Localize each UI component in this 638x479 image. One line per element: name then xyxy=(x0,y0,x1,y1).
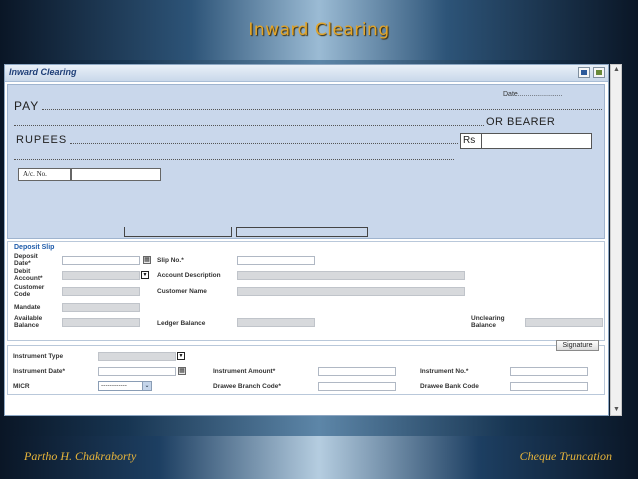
micr-select[interactable]: ------------ ⌄ xyxy=(98,381,152,391)
instrument-amount-field[interactable] xyxy=(318,367,396,376)
cheque-amount-box: Rs xyxy=(460,133,592,149)
cheque-ac-no-field xyxy=(71,168,161,181)
ledger-balance-label: Ledger Balance xyxy=(157,320,206,327)
customer-name-label: Customer Name xyxy=(157,288,207,295)
cheque-bearer-label: OR BEARER xyxy=(486,116,556,128)
account-description-label: Account Description xyxy=(157,272,221,279)
available-balance-label: Available Balance xyxy=(14,315,43,329)
window-title: Inward Clearing xyxy=(9,67,77,77)
cheque-ac-no-label: A/c. No. xyxy=(23,170,47,178)
instrument-type-field[interactable] xyxy=(98,352,176,361)
deposit-date-label: Deposit Date* xyxy=(14,253,38,267)
cheque-rs-divider xyxy=(481,134,482,148)
instrument-section: Instrument Type ▼ Instrument Date* ▦ Ins… xyxy=(7,345,605,395)
scroll-down-icon[interactable]: ▼ xyxy=(613,406,620,413)
account-description-field xyxy=(237,271,465,280)
slip-no-label: Slip No.* xyxy=(157,257,184,264)
micr-label: MICR xyxy=(13,383,30,390)
slip-no-field[interactable] xyxy=(237,256,315,265)
cheque-image: Date....................... PAY OR BEARE… xyxy=(7,84,605,239)
debit-account-field[interactable] xyxy=(62,271,140,280)
cheque-date-label: Date....................... xyxy=(503,91,563,98)
cheque-words-line xyxy=(14,159,454,160)
footer-author: Partho H. Chakraborty xyxy=(24,449,137,463)
window-titlebar: Inward Clearing xyxy=(5,65,608,82)
debit-account-label: Debit Account* xyxy=(14,268,43,282)
calendar-icon[interactable]: ▦ xyxy=(178,367,186,375)
cheque-rupees-line xyxy=(70,143,458,144)
dropdown-arrow-icon[interactable]: ▼ xyxy=(177,352,185,360)
instrument-type-label: Instrument Type xyxy=(13,353,64,360)
slide-title: Inward Clearing xyxy=(248,20,390,40)
cheque-ac-no-box: A/c. No. xyxy=(18,168,71,181)
cheque-pay-line xyxy=(42,109,602,110)
cheque-micr-band-right xyxy=(236,227,368,237)
cheque-rs-label: Rs xyxy=(463,135,476,146)
save-icon[interactable] xyxy=(578,67,590,78)
instrument-no-field[interactable] xyxy=(510,367,588,376)
chevron-down-icon[interactable]: ⌄ xyxy=(142,382,151,390)
unclearing-balance-field xyxy=(525,318,603,327)
mandate-field xyxy=(62,303,140,312)
deposit-slip-title: Deposit Slip xyxy=(14,244,55,251)
cheque-rupees-label: RUPEES xyxy=(16,134,68,146)
dropdown-arrow-icon[interactable]: ▼ xyxy=(141,271,149,279)
deposit-slip-section: Deposit Slip Deposit Date* ▦ Slip No.* D… xyxy=(7,241,605,341)
deposit-date-field[interactable] xyxy=(62,256,140,265)
slide-footer: Partho H. Chakraborty Cheque Truncation xyxy=(0,436,638,479)
instrument-no-label: Instrument No.* xyxy=(420,368,469,375)
instrument-date-field[interactable] xyxy=(98,367,176,376)
instrument-amount-label: Instrument Amount* xyxy=(213,368,276,375)
exit-icon[interactable] xyxy=(593,67,605,78)
ledger-balance-field xyxy=(237,318,315,327)
cheque-payee-line xyxy=(14,125,484,126)
vertical-scrollbar[interactable]: ▲ ▼ xyxy=(610,64,622,416)
unclearing-balance-label: Unclearing Balance xyxy=(471,315,505,329)
customer-code-field xyxy=(62,287,140,296)
available-balance-field xyxy=(62,318,140,327)
drawee-branch-code-field[interactable] xyxy=(318,382,396,391)
customer-name-field xyxy=(237,287,465,296)
mandate-label: Mandate xyxy=(14,304,41,311)
drawee-bank-code-field[interactable] xyxy=(510,382,588,391)
drawee-bank-code-label: Drawee Bank Code xyxy=(420,383,479,390)
inward-clearing-window: Inward Clearing Date....................… xyxy=(4,64,609,416)
cheque-pay-label: PAY xyxy=(14,99,40,113)
customer-code-label: Customer Code xyxy=(14,284,45,298)
scroll-up-icon[interactable]: ▲ xyxy=(613,66,620,73)
drawee-branch-code-label: Drawee Branch Code* xyxy=(213,383,281,390)
instrument-date-label: Instrument Date* xyxy=(13,368,66,375)
calendar-icon[interactable]: ▦ xyxy=(143,256,151,264)
micr-selected-value: ------------ xyxy=(101,382,127,389)
signature-button[interactable]: Signature xyxy=(556,340,599,351)
footer-topic: Cheque Truncation xyxy=(519,449,612,463)
cheque-micr-band-left xyxy=(124,227,232,237)
